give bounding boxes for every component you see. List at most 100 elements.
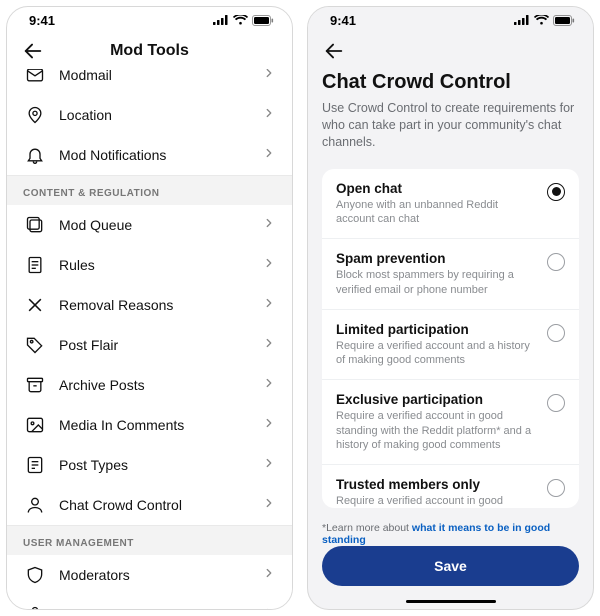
wifi-icon <box>534 15 549 26</box>
bell-icon <box>23 143 47 167</box>
option-spam-prevention[interactable]: Spam prevention Block most spammers by re… <box>322 239 579 310</box>
row-label: Mod Notifications <box>59 147 262 163</box>
section-header-user-management: USER MANAGEMENT <box>7 525 292 555</box>
page-description: Use Crowd Control to create requirements… <box>322 100 579 151</box>
footnote: *Learn more about what it means to be in… <box>322 522 579 546</box>
chevron-right-icon <box>262 376 276 395</box>
settings-row-post-flair[interactable]: Post Flair <box>7 325 292 365</box>
row-label: Chat Crowd Control <box>59 497 262 513</box>
section-header-content-regulation: CONTENT & REGULATION <box>7 175 292 205</box>
settings-row-moderators[interactable]: Moderators <box>7 555 292 595</box>
home-indicator <box>406 600 496 603</box>
settings-row-location[interactable]: Location <box>7 95 292 135</box>
media-icon <box>23 413 47 437</box>
option-trusted-members-only[interactable]: Trusted members only Require a verified a… <box>322 465 579 507</box>
location-icon <box>23 103 47 127</box>
chevron-right-icon <box>262 456 276 475</box>
option-description: Require a verified account in good stand… <box>336 494 537 507</box>
phone-crowd-control: 9:41 Chat Crowd Control Use Crowd Contro… <box>307 6 594 610</box>
queue-icon <box>23 213 47 237</box>
tag-icon <box>23 333 47 357</box>
option-title: Spam prevention <box>336 251 537 266</box>
save-button[interactable]: Save <box>322 546 579 586</box>
mic-icon <box>23 603 47 609</box>
arrow-left-icon <box>323 40 345 62</box>
battery-icon <box>553 15 575 26</box>
status-bar: 9:41 <box>308 7 593 33</box>
settings-row-removal-reasons[interactable]: Removal Reasons <box>7 285 292 325</box>
radio-button[interactable] <box>547 253 565 271</box>
settings-row-mod-notifications[interactable]: Mod Notifications <box>7 135 292 175</box>
nav-bar: Mod Tools <box>7 33 292 69</box>
settings-row-modmail[interactable]: Modmail <box>7 69 292 95</box>
chevron-right-icon <box>262 336 276 355</box>
radio-button[interactable] <box>547 183 565 201</box>
radio-button[interactable] <box>547 324 565 342</box>
battery-icon <box>252 15 274 26</box>
arrow-left-icon <box>22 40 44 62</box>
person-icon <box>23 493 47 517</box>
settings-row-post-types[interactable]: Post Types <box>7 445 292 485</box>
row-label: Media In Comments <box>59 417 262 433</box>
radio-button[interactable] <box>547 394 565 412</box>
row-label: Rules <box>59 257 262 273</box>
settings-scroll[interactable]: Modmail Location Mod Notifications CONTENT … <box>7 69 292 609</box>
option-exclusive-participation[interactable]: Exclusive participation Require a verifie… <box>322 380 579 465</box>
types-icon <box>23 453 47 477</box>
settings-row-archive-posts[interactable]: Archive Posts <box>7 365 292 405</box>
options-card: Open chat Anyone with an unbanned Reddit … <box>322 169 579 508</box>
shield-icon <box>23 563 47 587</box>
wifi-icon <box>233 15 248 26</box>
row-label: Post Types <box>59 457 262 473</box>
cell-signal-icon <box>213 15 229 25</box>
option-title: Limited participation <box>336 322 537 337</box>
footnote-text: *Learn more about <box>322 522 412 534</box>
row-label: Removal Reasons <box>59 297 262 313</box>
status-indicators <box>213 15 274 26</box>
rules-icon <box>23 253 47 277</box>
status-time: 9:41 <box>330 13 356 28</box>
mail-icon <box>23 69 47 87</box>
settings-row-mod-queue[interactable]: Mod Queue <box>7 205 292 245</box>
nav-bar <box>308 33 593 69</box>
archive-icon <box>23 373 47 397</box>
x-icon <box>23 293 47 317</box>
option-description: Anyone with an unbanned Reddit account c… <box>336 198 537 227</box>
chevron-right-icon <box>262 496 276 515</box>
option-title: Trusted members only <box>336 477 537 492</box>
settings-row-media-in-comments[interactable]: Media In Comments <box>7 405 292 445</box>
cell-signal-icon <box>514 15 530 25</box>
option-description: Require a verified account and a history… <box>336 339 537 368</box>
row-label: Moderators <box>59 567 262 583</box>
page-title: Chat Crowd Control <box>322 71 579 94</box>
chevron-right-icon <box>262 296 276 315</box>
row-label: Mod Queue <box>59 217 262 233</box>
settings-row-chat-crowd-control[interactable]: Chat Crowd Control <box>7 485 292 525</box>
chevron-right-icon <box>262 606 276 610</box>
row-label: Post Flair <box>59 337 262 353</box>
option-title: Exclusive participation <box>336 392 537 407</box>
back-button[interactable] <box>322 39 346 63</box>
row-label: Archive Posts <box>59 377 262 393</box>
status-bar: 9:41 <box>7 7 292 33</box>
row-label: Modmail <box>59 69 262 83</box>
chevron-right-icon <box>262 416 276 435</box>
chevron-right-icon <box>262 146 276 165</box>
option-description: Block most spammers by requiring a verif… <box>336 268 537 297</box>
radio-button[interactable] <box>547 479 565 497</box>
row-label: Location <box>59 107 262 123</box>
option-open-chat[interactable]: Open chat Anyone with an unbanned Reddit … <box>322 169 579 240</box>
chevron-right-icon <box>262 566 276 585</box>
back-button[interactable] <box>21 39 45 63</box>
settings-row-rules[interactable]: Rules <box>7 245 292 285</box>
status-time: 9:41 <box>29 13 55 28</box>
phone-mod-tools: 9:41 Mod Tools Modmail Location Mod Notifi… <box>6 6 293 610</box>
option-limited-participation[interactable]: Limited participation Require a verified … <box>322 310 579 381</box>
chevron-right-icon <box>262 106 276 125</box>
status-indicators <box>514 15 575 26</box>
option-description: Require a verified account in good stand… <box>336 409 537 452</box>
page-title: Mod Tools <box>110 42 189 60</box>
settings-row-approved-users[interactable]: Approved Users <box>7 595 292 609</box>
option-title: Open chat <box>336 181 537 196</box>
row-label: Approved Users <box>59 607 262 609</box>
